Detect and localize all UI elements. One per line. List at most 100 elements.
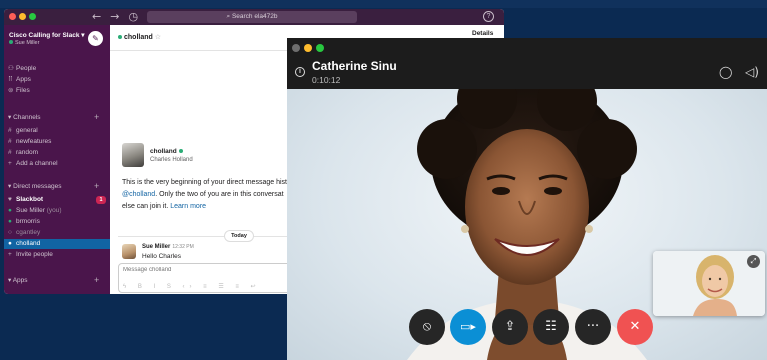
away-dot-icon: ○: [8, 229, 12, 236]
self-view[interactable]: ⤢: [653, 251, 765, 316]
channels-header[interactable]: ▾ Channels: [8, 113, 41, 121]
sidebar-item-cgantley[interactable]: ○ cgantley: [8, 228, 40, 238]
mute-button[interactable]: ⦸: [409, 309, 445, 345]
expand-icon[interactable]: ⤢: [747, 255, 760, 268]
plus-icon: +: [8, 251, 12, 258]
add-channel-link[interactable]: + Add a channel: [8, 159, 58, 169]
call-window: i Catherine Sinu 0:10:12 ◯ ◁) ⤢ ⦸ ▭▸ ⇪ ☷…: [287, 38, 767, 360]
sidebar-item-label: cholland: [16, 240, 41, 247]
more-icon: ···: [586, 319, 600, 334]
sidebar-item-apps[interactable]: ⠿ Apps: [8, 75, 31, 85]
message-timestamp: 12:32 PM: [172, 244, 194, 250]
presence-dot-icon: ●: [8, 207, 12, 214]
star-icon[interactable]: ☆: [155, 34, 161, 41]
share-button[interactable]: ⇪: [492, 309, 528, 345]
sidebar-item-people[interactable]: ⚇ People: [8, 64, 36, 74]
share-screen-icon: ⇪: [504, 319, 516, 334]
video-button[interactable]: ▭▸: [450, 309, 486, 345]
slack-titlebar: ← → ◷ ⌕ Search ela472b ?: [4, 9, 504, 25]
details-panel-title: Details: [472, 30, 494, 37]
dm-header-label: Direct messages: [13, 183, 62, 190]
search-bar[interactable]: ⌕ Search ela472b: [147, 11, 357, 23]
sidebar-item-random[interactable]: # random: [8, 148, 38, 158]
chat-bubble-icon[interactable]: ◯: [719, 65, 732, 79]
sidebar-item-general[interactable]: # general: [8, 126, 38, 136]
workspace-name[interactable]: Cisco Calling for Slack ▾: [9, 31, 85, 39]
sidebar-item-slackbot[interactable]: ♥ Slackbot 1: [8, 195, 108, 205]
intro-fullname: Charles Holland: [150, 157, 193, 163]
close-window-button[interactable]: [9, 13, 16, 20]
mention-link[interactable]: @cholland: [122, 191, 155, 198]
sidebar-item-label: People: [16, 65, 37, 72]
avatar[interactable]: [122, 143, 144, 167]
forward-arrow-icon[interactable]: →: [110, 10, 119, 23]
history-clock-icon[interactable]: ◷: [128, 10, 138, 23]
sidebar-item-brmorris[interactable]: ● brmorris: [8, 217, 40, 227]
people-icon: ⚇: [8, 65, 14, 72]
sidebar-item-label: Apps: [16, 76, 31, 83]
remote-video: [287, 89, 767, 360]
learn-more-link[interactable]: Learn more: [170, 203, 206, 210]
close-window-button[interactable]: [292, 44, 300, 52]
call-header: i Catherine Sinu 0:10:12 ◯ ◁): [287, 38, 767, 89]
channel-title[interactable]: cholland ☆: [118, 33, 161, 41]
keypad-icon: ☷: [545, 319, 557, 334]
caller-name: Catherine Sinu: [312, 59, 397, 73]
sidebar-item-label: Files: [16, 87, 30, 94]
hash-icon: #: [8, 138, 12, 145]
apps-header-label: Apps: [12, 277, 28, 284]
presence-dot: [118, 35, 122, 39]
desktop-background: [0, 0, 767, 8]
message-composer[interactable]: ϟ B I S ‹› ≡ ☰ ≡ ↩: [118, 263, 302, 293]
channels-header-label: Channels: [13, 114, 41, 121]
unread-badge: 1: [96, 196, 106, 204]
sidebar-item-cholland[interactable]: ● cholland: [4, 239, 110, 249]
intro-username[interactable]: cholland: [150, 148, 183, 155]
add-app-plus-icon[interactable]: +: [94, 275, 99, 285]
presence-dot-icon: ●: [8, 240, 12, 247]
formatting-toolbar[interactable]: ϟ B I S ‹› ≡ ☰ ≡ ↩: [123, 283, 261, 290]
mic-off-icon: ⦸: [422, 319, 432, 334]
sidebar-item-label: Invite people: [16, 251, 53, 258]
invite-people-link[interactable]: + Invite people: [8, 250, 53, 260]
help-icon[interactable]: ?: [483, 11, 494, 22]
speaker-icon[interactable]: ◁): [745, 65, 759, 79]
info-icon[interactable]: i: [295, 67, 305, 77]
message-input[interactable]: [123, 267, 293, 273]
direct-messages-header[interactable]: ▾ Direct messages: [8, 182, 61, 190]
sidebar-item-sue-miller[interactable]: ● Sue Miller (you): [8, 206, 62, 216]
plus-icon: +: [8, 160, 12, 167]
back-arrow-icon[interactable]: ←: [92, 10, 101, 23]
presence-dot: [9, 40, 13, 44]
intro-username-text: cholland: [150, 148, 177, 155]
avatar[interactable]: [122, 244, 136, 259]
add-dm-plus-icon[interactable]: +: [94, 181, 99, 191]
maximize-window-button[interactable]: [316, 44, 324, 52]
files-icon: ⊚: [8, 87, 14, 94]
sidebar-item-label: Slackbot: [16, 196, 44, 203]
sidebar-item-label: random: [16, 149, 39, 156]
sidebar-item-files[interactable]: ⊚ Files: [8, 86, 30, 96]
end-call-button[interactable]: ✕: [617, 309, 653, 345]
author-name: Sue Miller: [142, 244, 171, 250]
minimize-window-button[interactable]: [19, 13, 26, 20]
sidebar-item-label: brmorris: [16, 218, 40, 225]
heart-icon: ♥: [8, 196, 12, 203]
compose-icon[interactable]: ✎: [88, 31, 103, 46]
message-author[interactable]: Sue Miller 12:32 PM: [142, 244, 194, 250]
workspace-user-name: Sue Miller: [15, 40, 40, 46]
add-channel-plus-icon[interactable]: +: [94, 112, 99, 122]
more-button[interactable]: ···: [575, 309, 611, 345]
maximize-window-button[interactable]: [29, 13, 36, 20]
keypad-button[interactable]: ☷: [533, 309, 569, 345]
you-suffix: (you): [46, 207, 62, 214]
sidebar-item-label: Sue Miller: [16, 207, 45, 214]
sidebar-item-label: newfeatures: [16, 138, 52, 145]
close-icon: ✕: [629, 319, 641, 334]
date-pill[interactable]: Today: [224, 230, 254, 242]
hash-icon: #: [8, 127, 12, 134]
minimize-window-button[interactable]: [304, 44, 312, 52]
sidebar-item-newfeatures[interactable]: # newfeatures: [8, 137, 51, 147]
sidebar-item-label: general: [16, 127, 38, 134]
apps-header[interactable]: ▾ Apps: [8, 276, 28, 284]
